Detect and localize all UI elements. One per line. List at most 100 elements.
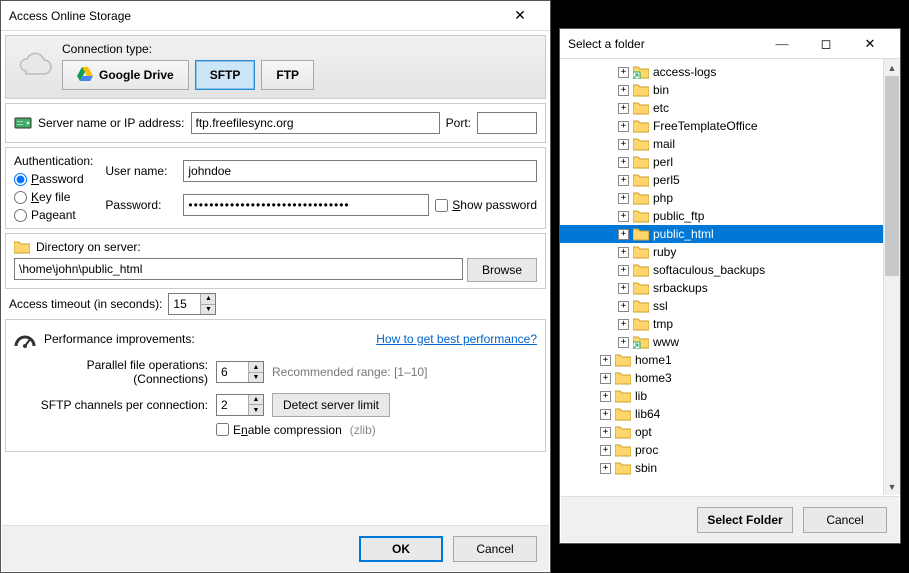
enable-compression-checkbox[interactable]: Enable compression	[216, 423, 342, 437]
expand-icon[interactable]: +	[618, 103, 629, 114]
tree-item[interactable]: +etc	[560, 99, 900, 117]
tree-item[interactable]: + ssl	[560, 297, 900, 315]
folder-icon	[633, 173, 649, 187]
tree-item[interactable]: +www	[560, 333, 900, 351]
tree-item[interactable]: +public_ftp	[560, 207, 900, 225]
maximize-button[interactable]: ◻	[804, 30, 848, 58]
username-input[interactable]	[183, 160, 537, 182]
tree-item[interactable]: +tmp	[560, 315, 900, 333]
expand-icon[interactable]: +	[600, 373, 611, 384]
tree-item[interactable]: +home3	[560, 369, 900, 387]
sftp-button[interactable]: SFTP	[195, 60, 256, 90]
auth-pageant-radio[interactable]: Pageant	[14, 208, 93, 222]
tree-item[interactable]: +home1	[560, 351, 900, 369]
cancel-button[interactable]: Cancel	[803, 507, 887, 533]
auth-keyfile-radio[interactable]: Key file	[14, 190, 93, 204]
spin-down-icon[interactable]: ▼	[200, 305, 215, 315]
scroll-thumb[interactable]	[885, 76, 899, 276]
performance-help-link[interactable]: How to get best performance?	[376, 332, 537, 346]
tree-item[interactable]: +mail	[560, 135, 900, 153]
expand-icon[interactable]: +	[618, 193, 629, 204]
tree-item[interactable]: +opt	[560, 423, 900, 441]
tree-item[interactable]: +srbackups	[560, 279, 900, 297]
google-drive-label: Google Drive	[99, 68, 174, 82]
expand-icon[interactable]: +	[600, 355, 611, 366]
port-input[interactable]	[477, 112, 537, 134]
folder-icon	[615, 461, 631, 475]
google-drive-button[interactable]: Google Drive	[62, 60, 189, 90]
show-password-checkbox[interactable]: Show password	[435, 198, 537, 212]
directory-input[interactable]	[14, 258, 463, 280]
folder-icon	[633, 227, 649, 241]
tree-item[interactable]: + ruby	[560, 243, 900, 261]
tree-item[interactable]: + bin	[560, 81, 900, 99]
spin-down-icon[interactable]: ▼	[248, 405, 263, 415]
connection-type-section: Connection type: Google Drive SFTP FTP	[5, 35, 546, 99]
expand-icon[interactable]: +	[618, 157, 629, 168]
parallel-spinner[interactable]: ▲▼	[216, 361, 264, 383]
tree-item-label: lib	[635, 389, 653, 403]
scrollbar[interactable]: ▲ ▼	[883, 59, 900, 495]
timeout-spinner[interactable]: ▲▼	[168, 293, 216, 315]
tree-item[interactable]: +FreeTemplateOffice	[560, 117, 900, 135]
tree-item[interactable]: +access-logs	[560, 63, 900, 81]
expand-icon[interactable]: +	[600, 409, 611, 420]
tree-item[interactable]: + lib	[560, 387, 900, 405]
tree-item-label: bin	[653, 83, 675, 97]
expand-icon[interactable]: +	[600, 427, 611, 438]
channels-spinner[interactable]: ▲▼	[216, 394, 264, 416]
password-input[interactable]	[183, 194, 429, 216]
expand-icon[interactable]: +	[618, 85, 629, 96]
minimize-button[interactable]: —	[760, 30, 804, 58]
tree-item-label: sbin	[635, 461, 663, 475]
expand-icon[interactable]: +	[618, 337, 629, 348]
folder-icon	[615, 353, 631, 367]
folder-tree[interactable]: +access-logs+bin+etc+FreeTemplateOffice+…	[560, 59, 900, 495]
expand-icon[interactable]: +	[600, 445, 611, 456]
tree-item[interactable]: +php	[560, 189, 900, 207]
expand-icon[interactable]: +	[600, 463, 611, 474]
ok-button[interactable]: OK	[359, 536, 443, 562]
ftp-button[interactable]: FTP	[261, 60, 314, 90]
expand-icon[interactable]: +	[618, 283, 629, 294]
tree-item-label: ruby	[653, 245, 682, 259]
expand-icon[interactable]: +	[618, 265, 629, 276]
expand-icon[interactable]: +	[618, 319, 629, 330]
scroll-up-icon[interactable]: ▲	[884, 59, 900, 76]
browse-button[interactable]: Browse	[467, 258, 537, 282]
scroll-down-icon[interactable]: ▼	[884, 478, 900, 495]
auth-password-radio[interactable]: Password	[14, 172, 93, 186]
tree-item-label: ssl	[653, 299, 674, 313]
gauge-icon	[14, 328, 36, 350]
spin-down-icon[interactable]: ▼	[248, 373, 263, 383]
tree-item[interactable]: +perl	[560, 153, 900, 171]
tree-item[interactable]: +perl5	[560, 171, 900, 189]
expand-icon[interactable]: +	[618, 67, 629, 78]
spin-up-icon[interactable]: ▲	[200, 294, 215, 305]
spin-up-icon[interactable]: ▲	[248, 395, 263, 406]
cancel-button[interactable]: Cancel	[453, 536, 537, 562]
tree-item[interactable]: +proc	[560, 441, 900, 459]
detect-server-limit-button[interactable]: Detect server limit	[272, 393, 390, 417]
expand-icon[interactable]: +	[618, 247, 629, 258]
tree-item[interactable]: + softaculous_backups	[560, 261, 900, 279]
expand-icon[interactable]: +	[618, 229, 629, 240]
expand-icon[interactable]: +	[618, 139, 629, 150]
tree-item-label: public_html	[653, 227, 720, 241]
tree-item[interactable]: + public_html	[560, 225, 900, 243]
expand-icon[interactable]: +	[618, 211, 629, 222]
server-input[interactable]	[191, 112, 440, 134]
expand-icon[interactable]: +	[600, 391, 611, 402]
tree-item[interactable]: +lib64	[560, 405, 900, 423]
folder-icon	[633, 65, 649, 79]
expand-icon[interactable]: +	[618, 301, 629, 312]
zlib-note: (zlib)	[350, 423, 376, 437]
select-folder-button[interactable]: Select Folder	[697, 507, 793, 533]
tree-item-label: softaculous_backups	[653, 263, 771, 277]
tree-item[interactable]: + sbin	[560, 459, 900, 477]
expand-icon[interactable]: +	[618, 121, 629, 132]
close-button[interactable]: ✕	[498, 2, 542, 30]
close-button[interactable]: ✕	[848, 30, 892, 58]
expand-icon[interactable]: +	[618, 175, 629, 186]
spin-up-icon[interactable]: ▲	[248, 362, 263, 373]
